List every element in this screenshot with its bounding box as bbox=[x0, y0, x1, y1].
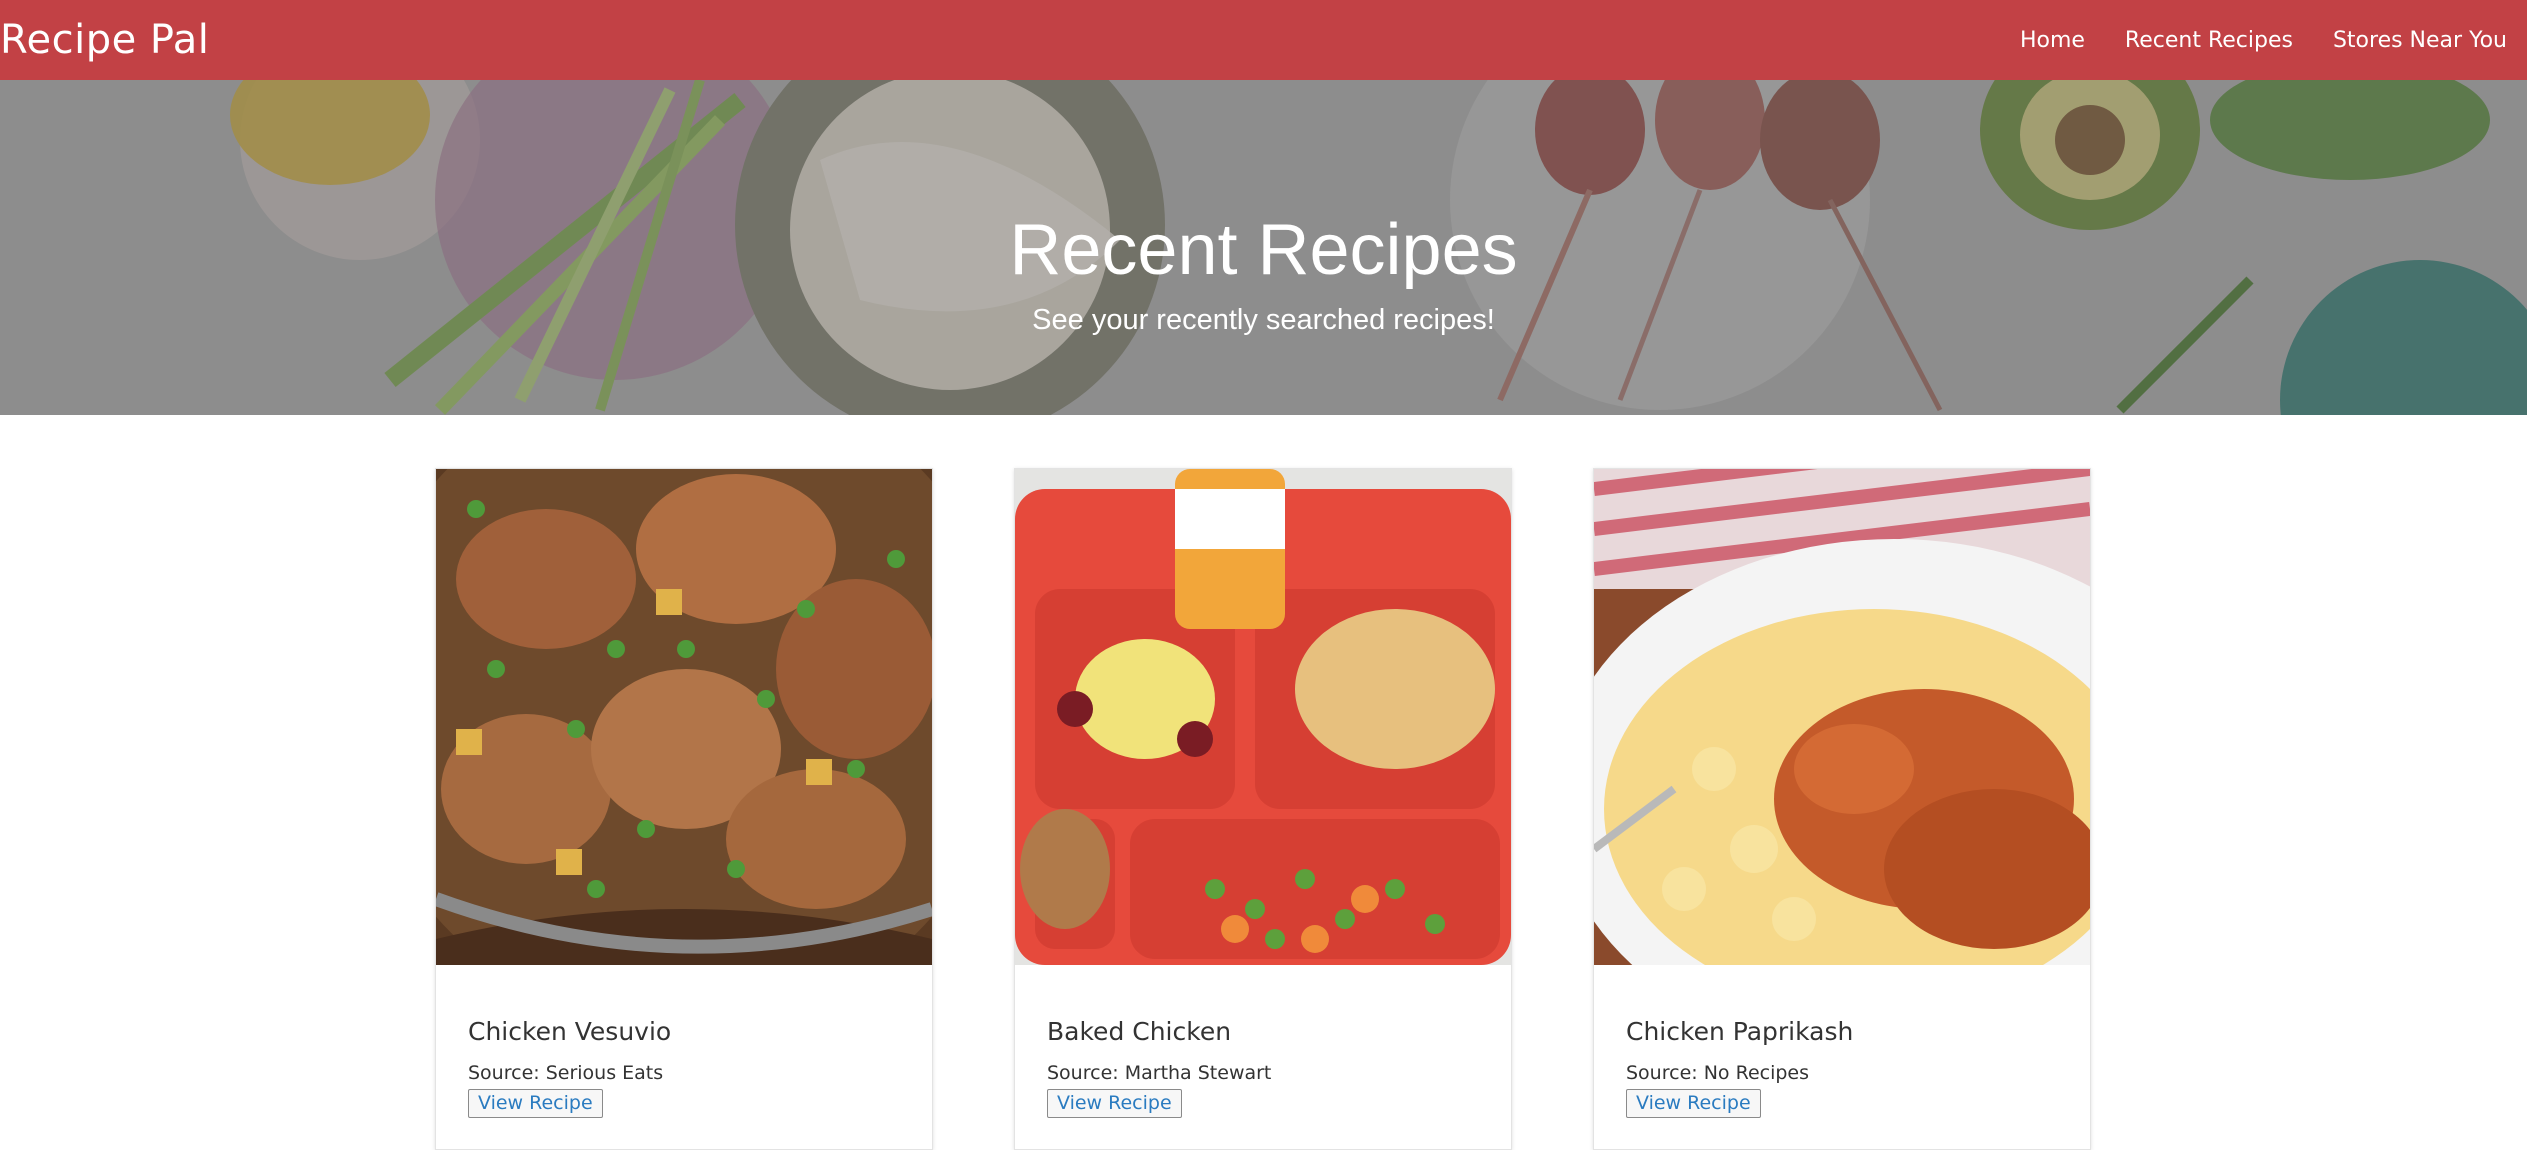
recipe-source: Source: Martha Stewart bbox=[1047, 1062, 1271, 1084]
view-recipe-button[interactable]: View Recipe bbox=[1626, 1089, 1761, 1118]
recipe-image-chicken-paprikash bbox=[1594, 469, 2090, 965]
nav-link-recent-recipes[interactable]: Recent Recipes bbox=[2125, 28, 2293, 53]
page-title: Recent Recipes bbox=[1009, 210, 1518, 290]
source-label: Source: bbox=[468, 1062, 540, 1084]
recipe-title: Chicken Paprikash bbox=[1626, 1017, 1854, 1046]
recipe-title: Chicken Vesuvio bbox=[468, 1017, 672, 1046]
nav-links: Home Recent Recipes Stores Near You bbox=[1980, 0, 2527, 80]
recipe-image-baked-chicken bbox=[1015, 469, 1511, 965]
recipe-card: Chicken Vesuvio Source: Serious Eats Vie… bbox=[435, 468, 933, 1150]
top-navbar: Recipe Pal Home Recent Recipes Stores Ne… bbox=[0, 0, 2527, 80]
recipe-card: Baked Chicken Source: Martha Stewart Vie… bbox=[1014, 468, 1512, 1150]
hero-banner: Recent Recipes See your recently searche… bbox=[0, 80, 2527, 415]
recipe-title: Baked Chicken bbox=[1047, 1017, 1232, 1046]
source-name: Martha Stewart bbox=[1124, 1062, 1272, 1084]
view-recipe-button[interactable]: View Recipe bbox=[1047, 1089, 1182, 1118]
recipe-image-chicken-vesuvio bbox=[436, 469, 932, 965]
view-recipe-button[interactable]: View Recipe bbox=[468, 1089, 603, 1118]
recipe-card: Chicken Paprikash Source: No Recipes Vie… bbox=[1593, 468, 2091, 1150]
recipe-source: Source: No Recipes bbox=[1626, 1062, 1809, 1084]
recipe-source: Source: Serious Eats bbox=[468, 1062, 663, 1084]
source-label: Source: bbox=[1047, 1062, 1119, 1084]
source-name: No Recipes bbox=[1703, 1062, 1810, 1084]
nav-link-stores-near-you[interactable]: Stores Near You bbox=[2333, 28, 2507, 53]
source-name: Serious Eats bbox=[545, 1062, 664, 1084]
source-label: Source: bbox=[1626, 1062, 1698, 1084]
recipe-card-grid: Chicken Vesuvio Source: Serious Eats Vie… bbox=[435, 468, 2092, 1150]
page-subtitle: See your recently searched recipes! bbox=[1032, 304, 1495, 336]
brand-logo[interactable]: Recipe Pal bbox=[0, 0, 209, 80]
nav-link-home[interactable]: Home bbox=[2020, 28, 2085, 53]
